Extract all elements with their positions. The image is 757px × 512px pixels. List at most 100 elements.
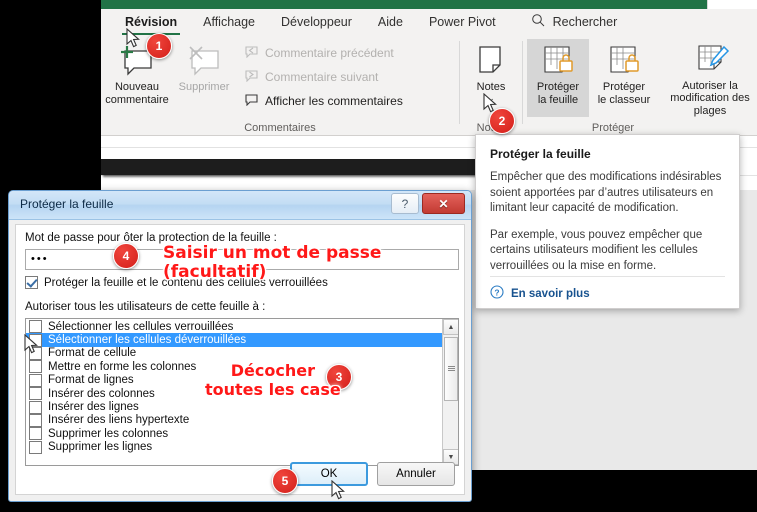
list-item-label: Format de cellule bbox=[48, 347, 137, 360]
tooltip-paragraph-2: Par exemple, vous pouvez empêcher que ce… bbox=[490, 228, 703, 272]
notes-button[interactable]: Notes ⌄ bbox=[460, 39, 522, 117]
list-item-checkbox[interactable] bbox=[29, 346, 42, 360]
group-label-commentaires: Commentaires bbox=[244, 122, 316, 134]
show-comments-icon bbox=[244, 93, 259, 109]
notes-chevron-down-icon[interactable]: ⌄ bbox=[487, 93, 495, 103]
dialog-title: Protéger la feuille bbox=[20, 197, 114, 211]
list-item[interactable]: Sélectionner les cellules verrouillées bbox=[26, 320, 458, 334]
annotation-badge-5: 5 bbox=[272, 468, 298, 494]
list-item[interactable]: Supprimer les lignes bbox=[26, 440, 458, 454]
list-item-label: Insérer des liens hypertexte bbox=[48, 414, 190, 427]
notes-label: Notes bbox=[476, 81, 506, 93]
tooltip-paragraph-1: Empêcher que des modifications indésirab… bbox=[490, 171, 722, 214]
next-comment-button[interactable]: Commentaire suivant bbox=[244, 67, 378, 86]
svg-text:?: ? bbox=[494, 287, 499, 297]
list-scrollbar[interactable]: ▲ ▼ bbox=[442, 319, 458, 465]
search-box[interactable]: Rechercher bbox=[531, 13, 618, 32]
list-item-label: Insérer des colonnes bbox=[48, 387, 155, 400]
redacted-cell bbox=[101, 159, 481, 175]
list-item[interactable]: Format de cellule bbox=[26, 346, 458, 360]
protect-sheet-button[interactable]: Protéger la feuille bbox=[527, 39, 589, 117]
protect-sheet-dialog: Protéger la feuille ? ✕ Mot de passe pou… bbox=[8, 190, 472, 502]
protect-sheet-label-line2: la feuille bbox=[537, 93, 579, 106]
delete-comment-label: Supprimer bbox=[178, 81, 230, 93]
allow-edit-ranges-label-line1: Autoriser la bbox=[682, 79, 738, 92]
dialog-close-button[interactable]: ✕ bbox=[422, 193, 465, 214]
allow-edit-ranges-button[interactable]: Autoriser la modification des plages bbox=[662, 39, 757, 117]
window-title-strip bbox=[101, 0, 757, 9]
protect-sheet-tooltip: Protéger la feuille Empêcher que des mod… bbox=[475, 134, 740, 309]
new-comment-label-line2: commentaire bbox=[105, 93, 169, 106]
list-item-checkbox[interactable] bbox=[29, 373, 42, 387]
allow-edit-ranges-icon bbox=[688, 39, 732, 78]
dialog-help-button[interactable]: ? bbox=[391, 193, 419, 214]
protect-workbook-button[interactable]: Protéger le classeur bbox=[593, 39, 655, 117]
ok-button[interactable]: OK bbox=[290, 462, 368, 486]
learn-more-link[interactable]: ? En savoir plus bbox=[490, 285, 590, 302]
search-placeholder-label: Rechercher bbox=[552, 15, 618, 29]
scroll-up-arrow-icon[interactable]: ▲ bbox=[443, 319, 458, 335]
delete-comment-button[interactable]: Supprimer bbox=[173, 39, 235, 117]
list-item-checkbox[interactable] bbox=[29, 427, 42, 441]
annotation-password-line1: Saisir un mot de passe bbox=[163, 243, 382, 263]
annotation-uncheck-line1: Décocher bbox=[230, 361, 315, 380]
annotation-password-note: Saisir un mot de passe (facultatif) bbox=[163, 244, 381, 282]
ribbon-body: Nouveau commentaire Supprimer Commentair… bbox=[101, 35, 757, 136]
learn-more-label: En savoir plus bbox=[511, 287, 590, 300]
show-comments-label: Afficher les commentaires bbox=[265, 93, 403, 108]
ribbon-tab-bar: Révision Affichage Développeur Aide Powe… bbox=[101, 9, 757, 35]
allow-edit-ranges-label-line2: modification des plages bbox=[670, 92, 750, 117]
help-question-icon: ? bbox=[490, 285, 504, 302]
previous-comment-button[interactable]: Commentaire précédent bbox=[244, 43, 394, 62]
protect-sheet-label-line1: Protéger bbox=[536, 81, 580, 93]
list-item-checkbox[interactable] bbox=[29, 440, 42, 454]
protect-workbook-label-line1: Protéger bbox=[602, 81, 646, 93]
list-item-label: Insérer des lignes bbox=[48, 401, 139, 414]
annotation-password-line2: (facultatif) bbox=[163, 262, 267, 282]
annotation-badge-2: 2 bbox=[489, 108, 515, 134]
list-item-label: Sélectionner les cellules déverrouillées bbox=[48, 334, 247, 347]
tab-power-pivot[interactable]: Power Pivot bbox=[416, 9, 509, 35]
list-item-checkbox[interactable] bbox=[29, 320, 42, 334]
show-comments-button[interactable]: Afficher les commentaires bbox=[244, 91, 403, 110]
window-controls-area bbox=[707, 0, 757, 9]
tooltip-title: Protéger la feuille bbox=[490, 147, 591, 161]
next-comment-label: Commentaire suivant bbox=[265, 69, 379, 84]
protect-workbook-icon bbox=[604, 39, 644, 79]
list-item[interactable]: Sélectionner les cellules déverrouillées bbox=[26, 333, 458, 347]
ribbon-group-proteger: Protéger la feuille Protéger le classeur… bbox=[523, 35, 757, 136]
previous-comment-icon bbox=[244, 45, 259, 61]
list-item[interactable]: Insérer des liens hypertexte bbox=[26, 413, 458, 427]
list-item[interactable]: Insérer des lignes bbox=[26, 400, 458, 414]
tab-developpeur[interactable]: Développeur bbox=[268, 9, 365, 35]
list-item-checkbox[interactable] bbox=[29, 333, 42, 347]
list-item-checkbox[interactable] bbox=[29, 413, 42, 427]
annotation-badge-1: 1 bbox=[146, 33, 172, 59]
group-label-proteger: Protéger bbox=[591, 122, 635, 134]
list-item-checkbox[interactable] bbox=[29, 387, 42, 401]
list-item[interactable]: Supprimer les colonnes bbox=[26, 427, 458, 441]
protect-workbook-label-line2: le classeur bbox=[597, 93, 651, 106]
note-page-icon bbox=[474, 39, 508, 79]
list-item-checkbox[interactable] bbox=[29, 400, 42, 414]
tooltip-divider bbox=[490, 276, 725, 277]
allow-users-label: Autoriser tous les utilisateurs de cette… bbox=[25, 301, 266, 313]
protect-contents-checkbox[interactable] bbox=[25, 276, 38, 289]
cancel-button[interactable]: Annuler bbox=[377, 462, 455, 486]
annotation-uncheck-line2: toutes les case bbox=[205, 380, 341, 399]
dialog-title-bar[interactable]: Protéger la feuille ? ✕ bbox=[9, 191, 471, 220]
list-item-checkbox[interactable] bbox=[29, 360, 42, 374]
protect-sheet-icon bbox=[538, 39, 578, 79]
scrollbar-grip-icon bbox=[447, 366, 455, 372]
tab-revision[interactable]: Révision bbox=[112, 9, 190, 35]
previous-comment-label: Commentaire précédent bbox=[265, 45, 394, 60]
list-item-label: Supprimer les colonnes bbox=[48, 427, 169, 440]
scrollbar-thumb[interactable] bbox=[444, 337, 458, 401]
tab-affichage[interactable]: Affichage bbox=[190, 9, 268, 35]
tab-aide[interactable]: Aide bbox=[365, 9, 416, 35]
list-item-label: Sélectionner les cellules verrouillées bbox=[48, 320, 234, 333]
search-icon bbox=[531, 13, 545, 32]
annotation-badge-4: 4 bbox=[113, 243, 139, 269]
list-item-label: Mettre en forme les colonnes bbox=[48, 360, 197, 373]
annotation-uncheck-note: Décocher toutes les case bbox=[205, 361, 341, 399]
